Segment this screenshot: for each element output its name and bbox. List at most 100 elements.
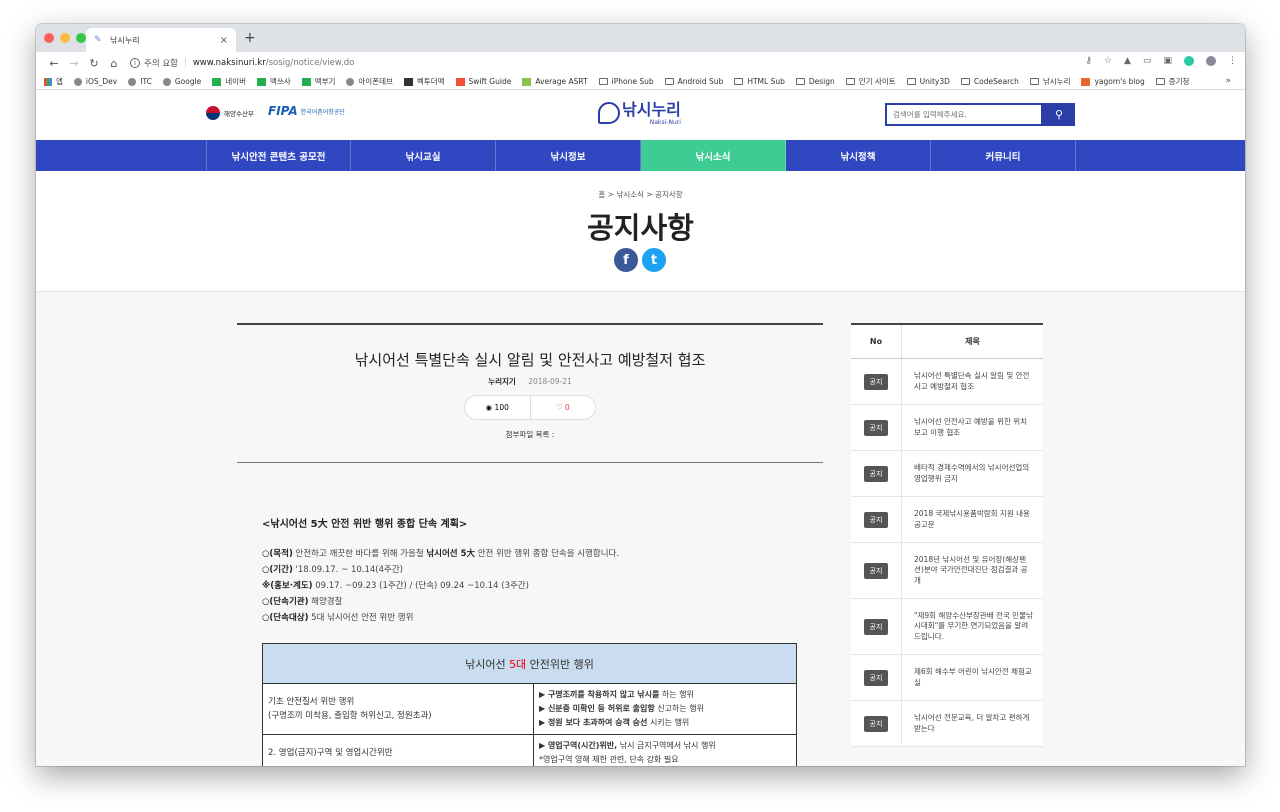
avatar[interactable] [1206, 56, 1216, 66]
nav-item[interactable]: 낚시정책 [786, 140, 931, 171]
bookmark-item[interactable]: iPhone Sub [598, 77, 654, 86]
bookmark-item[interactable]: Google [162, 77, 201, 86]
bookmark-item[interactable]: Android Sub [664, 77, 723, 86]
category-text: (구명조끼 미착용, 출입항 허위신고, 정원초과) [268, 711, 432, 721]
close-window-button[interactable] [44, 33, 54, 43]
mof-logo[interactable]: 해양수산부 [206, 106, 254, 120]
table-header-post: 안전위반 행위 [526, 657, 594, 671]
nav-item[interactable]: 낚시정보 [496, 140, 641, 171]
article-stats: ◉ 100 ♡ 0 [464, 395, 596, 420]
bookmark-item[interactable]: iOS_Dev [73, 77, 117, 86]
bookmark-label: HTML Sub [747, 77, 785, 86]
notice-list-item[interactable]: 공지 제6회 해수부 어린이 낚시안전 체험교실 [851, 655, 1043, 701]
extension-icon[interactable]: ▣ [1163, 56, 1172, 66]
violation-details: ▶ 구명조끼를 착용하지 않고 낚시를 하는 행위 ▶ 신분증 미확인 등 허위로… [533, 683, 797, 735]
bookmark-item[interactable]: CodeSearch [960, 77, 1019, 86]
address-bar[interactable]: i 주의 요함 | www.naksinuri.kr /sosig/notice… [130, 54, 354, 72]
notice-badge: 공지 [864, 511, 888, 528]
detail-line: ▶ 구명조끼를 착용하지 않고 낚시를 하는 행위 [539, 688, 791, 702]
notice-title[interactable]: 낚시어선 안전사고 예방을 위한 위치보고 이행 협조 [902, 405, 1043, 450]
bookmark-item[interactable]: Unity3D [906, 77, 950, 86]
bookmark-item[interactable]: yagom's blog [1081, 77, 1145, 86]
bookmark-item[interactable]: 증기청 [1155, 76, 1189, 87]
facebook-icon[interactable]: f [614, 248, 638, 272]
browser-tab[interactable]: ✎ 낚시누리 × [86, 28, 236, 52]
notice-title[interactable]: 낚시어선 전문교육, 더 알차고 편하게 받는다 [902, 701, 1043, 746]
notice-list-item[interactable]: 공지 2018년 낚시어선 및 유어장(해상펜션)분야 국가안전대진단 점검결과 … [851, 543, 1043, 599]
bookmark-item[interactable]: 낚시누리 [1029, 76, 1070, 87]
bookmark-icon [906, 78, 916, 85]
notice-list-item[interactable]: 공지 낚시어선 특별단속 실시 알림 및 안전사고 예방철저 협조 [851, 359, 1043, 405]
bookmark-item[interactable]: 네이버 [212, 76, 246, 87]
article: 낚시어선 특별단속 실시 알림 및 안전사고 예방철저 협조 누리지기 2018… [237, 323, 823, 766]
reload-icon[interactable]: ↻ [84, 57, 104, 70]
notice-list-item[interactable]: 공지 배타적 경제수역에서의 낚시어선업의 영업행위 금지 [851, 451, 1043, 497]
notice-title[interactable]: 2018년 낚시어선 및 유어장(해상펜션)분야 국가안전대진단 점검결과 공개 [902, 543, 1043, 598]
notice-title[interactable]: "제9회 해양수산부장관배 전국 민물낚시대회"를 무기한 연기되었음을 알려드… [902, 599, 1043, 654]
notice-title[interactable]: 제6회 해수부 어린이 낚시안전 체험교실 [902, 655, 1043, 700]
bookmark-icon [734, 78, 744, 85]
nav-item[interactable]: 낚시교실 [351, 140, 496, 171]
category-text: 기초 안전질서 위반 행위 [268, 697, 355, 707]
bookmark-item[interactable]: 맥부기 [301, 76, 335, 87]
like-button[interactable]: ♡ 0 [529, 396, 596, 419]
bookmark-icon [960, 78, 970, 85]
bookmark-item[interactable]: 인기 사이트 [845, 76, 896, 87]
site-logo[interactable]: 낚시누리 Naksi-Nuri [598, 100, 681, 126]
zoom-window-button[interactable] [76, 33, 86, 43]
search-button[interactable]: ⚲ [1043, 103, 1075, 126]
toolbar-extensions: ⚷ ☆ ▲ ▭ ▣ ⋮ [1085, 56, 1237, 66]
bookmark-item[interactable]: HTML Sub [734, 77, 785, 86]
notice-title[interactable]: 배타적 경제수역에서의 낚시어선업의 영업행위 금지 [902, 451, 1043, 496]
table-header-red: 5대 [509, 657, 527, 671]
minimize-window-button[interactable] [60, 33, 70, 43]
forward-icon[interactable]: → [64, 57, 84, 70]
bookmark-item[interactable]: 앱 [44, 76, 63, 87]
attachments-label: 첨부파일 목록 : [505, 430, 555, 439]
article-title: 낚시어선 특별단속 실시 알림 및 안전사고 예방철저 협조 [354, 351, 706, 369]
bookmark-item[interactable]: Average ASRT [522, 77, 588, 86]
notice-no: 공지 [851, 655, 902, 700]
key-icon[interactable]: ⚷ [1085, 56, 1092, 66]
back-icon[interactable]: ← [44, 57, 64, 70]
notice-list: No 제목 공지 낚시어선 특별단속 실시 알림 및 안전사고 예방철저 협조 공지… [851, 323, 1043, 747]
nav-item[interactable]: 낚시안전 콘텐츠 공모전 [206, 140, 351, 171]
new-tab-button[interactable]: + [244, 30, 256, 46]
bookmark-icon [1029, 78, 1039, 85]
notice-list-item[interactable]: 공지 2018 국제낚시용품박람회 지원 내용 공고문 [851, 497, 1043, 543]
notice-title[interactable]: 2018 국제낚시용품박람회 지원 내용 공고문 [902, 497, 1043, 542]
nav-item[interactable]: 낚시소식 [641, 140, 786, 171]
notice-title[interactable]: 낚시어선 특별단속 실시 알림 및 안전사고 예방철저 협조 [902, 359, 1043, 404]
fipa-logo[interactable]: FIPA 한국어촌어항공단 [268, 104, 345, 118]
menu-icon[interactable]: ⋮ [1228, 56, 1237, 66]
extension-icon[interactable]: ▭ [1143, 56, 1152, 66]
nav-item[interactable]: 커뮤니티 [931, 140, 1076, 171]
twitter-icon[interactable]: t [642, 248, 666, 272]
bookmarks-overflow-icon[interactable]: » [1225, 76, 1231, 86]
extension-icon[interactable]: ▲ [1124, 56, 1131, 66]
bookmark-item[interactable]: 맥쓰사 [256, 76, 291, 87]
notice-no: 공지 [851, 543, 902, 598]
info-icon[interactable]: i [130, 58, 140, 68]
detail-bold: ▶ 정원 보다 초과하여 승객 승선 [539, 718, 648, 727]
star-icon[interactable]: ☆ [1104, 56, 1112, 66]
bookmark-item[interactable]: ITC [128, 77, 152, 86]
bookmark-item[interactable]: Swift Guide [455, 77, 511, 86]
notice-list-item[interactable]: 공지 낚시어선 전문교육, 더 알차고 편하게 받는다 [851, 701, 1043, 747]
bookmark-item[interactable]: 아이폰데브 [346, 76, 393, 87]
notice-list-item[interactable]: 공지 낚시어선 안전사고 예방을 위한 위치보고 이행 협조 [851, 405, 1043, 451]
home-icon[interactable]: ⌂ [104, 57, 124, 70]
bookmark-icon [598, 78, 608, 85]
divider [237, 323, 823, 325]
search-input[interactable] [885, 103, 1043, 126]
eye-icon: ◉ [485, 403, 493, 412]
share-buttons: f t [614, 248, 666, 272]
bookmark-item[interactable]: Design [795, 77, 835, 86]
breadcrumb: 홈 > 낚시소식 > 공지사항 [598, 190, 683, 199]
window-controls [44, 33, 86, 43]
extension-icon[interactable] [1184, 56, 1194, 66]
bookmark-item[interactable]: 벡투더맥 [403, 76, 445, 87]
security-warning: 주의 요함 [144, 59, 178, 69]
tab-close-icon[interactable]: × [220, 35, 228, 46]
notice-list-item[interactable]: 공지 "제9회 해양수산부장관배 전국 민물낚시대회"를 무기한 연기되었음을 알… [851, 599, 1043, 655]
